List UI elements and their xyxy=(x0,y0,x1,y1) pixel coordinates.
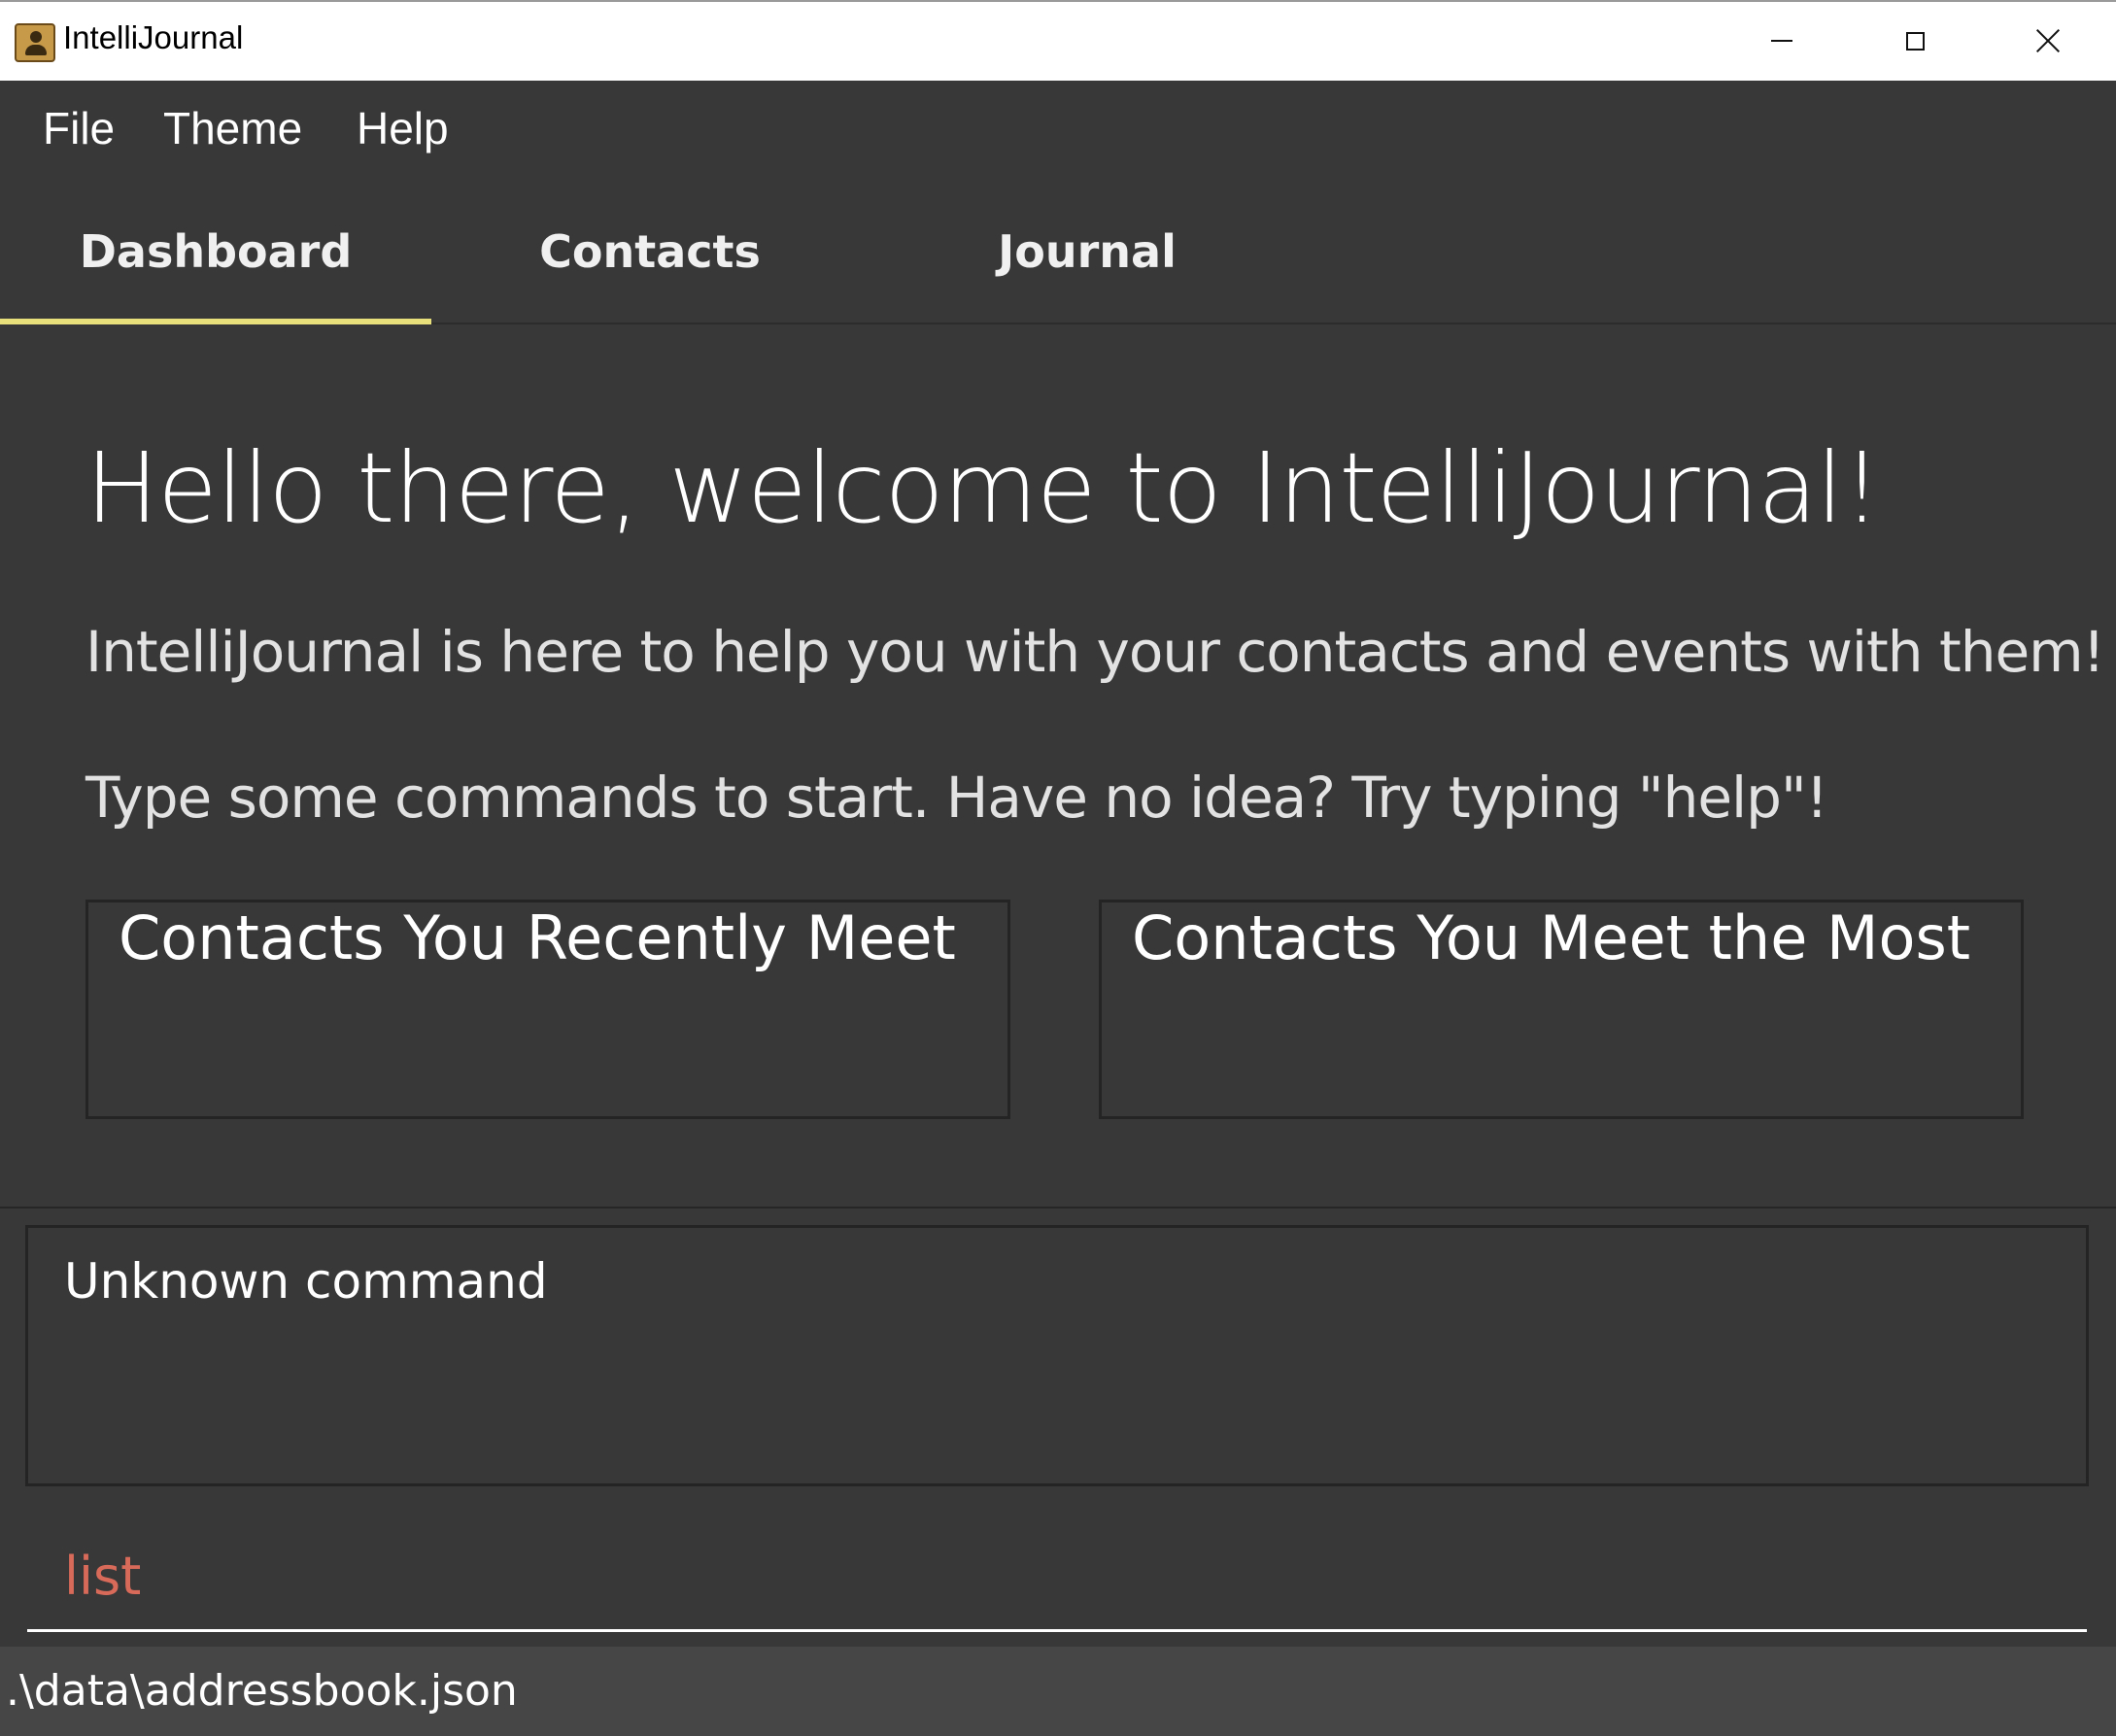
window-title: IntelliJournal xyxy=(63,19,244,55)
menu-help[interactable]: Help xyxy=(357,102,449,154)
command-input[interactable] xyxy=(62,1545,2009,1608)
intro-text: IntelliJournal is here to help you with … xyxy=(85,619,2105,685)
tab-bar: Dashboard Contacts Journal xyxy=(0,178,2116,324)
menu-file[interactable]: File xyxy=(43,102,115,154)
result-display[interactable]: Unknown command xyxy=(25,1225,2089,1486)
title-bar: IntelliJournal xyxy=(0,0,2116,81)
contact-book-icon xyxy=(15,23,55,62)
recent-contacts-panel: Contacts You Recently Meet xyxy=(85,900,1010,1119)
status-bar: .\data\addressbook.json xyxy=(0,1647,2116,1736)
maximize-button[interactable] xyxy=(1857,12,1973,70)
frequent-contacts-title: Contacts You Meet the Most xyxy=(1132,902,1971,973)
welcome-heading: Hello there, welcome to IntelliJournal! xyxy=(85,431,1881,545)
menu-theme[interactable]: Theme xyxy=(163,102,302,154)
menu-bar: File Theme Help xyxy=(0,81,2116,178)
maximize-icon xyxy=(1905,31,1925,51)
result-message: Unknown command xyxy=(64,1253,548,1310)
recent-contacts-title: Contacts You Recently Meet xyxy=(119,902,956,973)
tab-dashboard[interactable]: Dashboard xyxy=(0,178,431,324)
command-box xyxy=(27,1525,2087,1632)
tab-contacts[interactable]: Contacts xyxy=(431,178,869,324)
tab-journal[interactable]: Journal xyxy=(869,178,1306,324)
dashboard-panel: Hello there, welcome to IntelliJournal! … xyxy=(0,324,2116,1208)
app-window: IntelliJournal File Theme Help Dashboard… xyxy=(0,0,2116,1736)
minimize-button[interactable] xyxy=(1724,12,1840,70)
frequent-contacts-panel: Contacts You Meet the Most xyxy=(1099,900,2024,1119)
hint-text: Type some commands to start. Have no ide… xyxy=(85,765,1828,831)
close-icon xyxy=(2035,28,2061,53)
close-button[interactable] xyxy=(1990,12,2106,70)
save-file-path: .\data\addressbook.json xyxy=(6,1666,518,1716)
minimize-icon xyxy=(1771,40,1792,42)
